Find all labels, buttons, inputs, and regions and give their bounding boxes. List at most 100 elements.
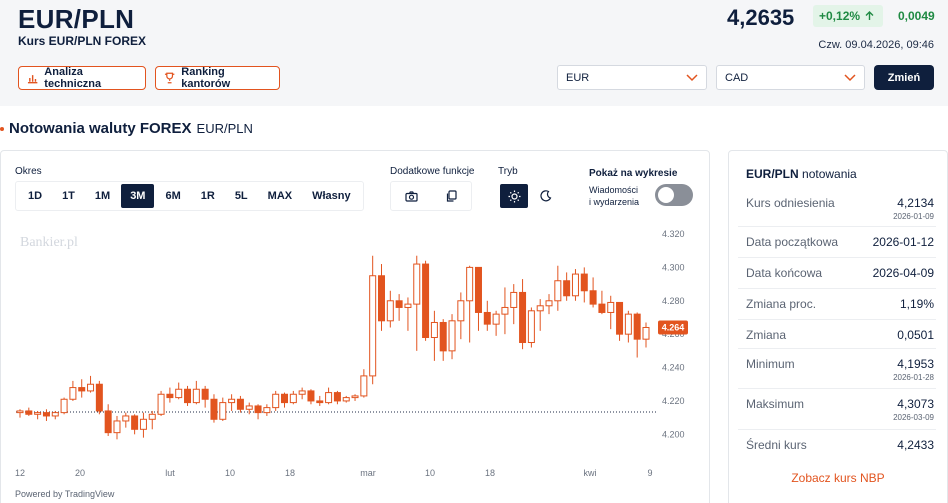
stat-value: 1,19% <box>899 297 934 311</box>
currency-to-select[interactable]: CAD <box>716 65 865 90</box>
candle-down <box>439 321 447 352</box>
functions-group <box>390 181 472 211</box>
news-events-label: Wiadomości i wydarzenia <box>589 184 649 208</box>
x-tick-label: 10 <box>225 468 235 478</box>
nbp-rate-link[interactable]: Zobacz kurs NBP <box>728 471 948 485</box>
candle-up <box>157 393 165 415</box>
x-tick-label: 18 <box>485 468 495 478</box>
stat-separator <box>738 226 936 227</box>
candle-up <box>272 393 280 409</box>
candle-down <box>474 266 482 313</box>
stat-label: Maksimum <box>746 397 805 411</box>
candle-up <box>457 300 465 322</box>
change-pair-button[interactable]: Zmień <box>874 65 934 90</box>
x-tick-label: 20 <box>75 468 85 478</box>
stat-value: 4,2433 <box>897 438 934 452</box>
candle-up <box>122 415 130 422</box>
period-button-1d[interactable]: 1D <box>19 184 51 208</box>
dark-mode-button[interactable] <box>532 184 560 208</box>
period-button-1t[interactable]: 1T <box>53 184 84 208</box>
pair-title: EUR/PLN <box>18 4 135 34</box>
candle-up <box>510 291 518 308</box>
currency-to-value: CAD <box>725 71 749 84</box>
x-tick-label: 18 <box>285 468 295 478</box>
candle-down <box>307 390 315 402</box>
screenshot-button[interactable] <box>397 184 425 208</box>
candle-up <box>554 280 562 302</box>
candle-up <box>219 402 227 420</box>
candle-down <box>316 400 324 404</box>
trophy-icon <box>164 72 175 84</box>
candle-up <box>69 387 77 400</box>
x-tick-label: kwi <box>584 468 597 478</box>
stat-value: 4,1953 <box>897 357 934 371</box>
currency-from-select[interactable]: EUR <box>557 65 707 90</box>
period-button-1r[interactable]: 1R <box>192 184 224 208</box>
candle-down <box>25 410 33 415</box>
arrow-up-icon <box>865 11 874 20</box>
candle-up <box>342 397 350 402</box>
moon-icon <box>540 190 552 202</box>
candle-down <box>616 301 624 335</box>
candle-up <box>34 412 42 415</box>
mode-label: Tryb <box>498 166 518 177</box>
period-button-6m[interactable]: 6M <box>156 184 189 208</box>
candle-down <box>563 280 571 297</box>
x-tick-label: 12 <box>15 468 25 478</box>
change-absolute: 0,0049 <box>898 9 935 23</box>
stat-label: Minimum <box>746 357 795 371</box>
copy-icon <box>446 190 457 202</box>
stat-label: Data końcowa <box>746 266 823 280</box>
y-tick-label: 4.320 <box>662 229 685 239</box>
period-button-1m[interactable]: 1M <box>86 184 119 208</box>
mode-group <box>498 181 566 211</box>
stat-separator <box>738 388 936 389</box>
period-button-max[interactable]: MAX <box>259 184 301 208</box>
y-tick-label: 4.280 <box>662 296 685 306</box>
candle-down <box>281 393 289 404</box>
section-title: Notowania waluty FOREX EUR/PLN <box>0 120 253 137</box>
candlestick-chart[interactable]: Bankier.pl4.3204.3004.2804.2604.2404.220… <box>0 224 708 486</box>
stats-title-pair: EUR/PLN <box>746 167 799 181</box>
candle-up <box>245 405 253 410</box>
candle-up <box>192 388 200 404</box>
candle-down <box>633 313 641 340</box>
x-tick-label: mar <box>360 468 376 478</box>
functions-label: Dodatkowe funkcje <box>390 166 475 177</box>
bullet-dot <box>0 126 4 131</box>
candle-up <box>448 320 456 352</box>
candle-up <box>113 420 121 434</box>
candle-down <box>201 388 209 400</box>
sun-icon <box>508 190 520 202</box>
period-button-własny[interactable]: Własny <box>303 184 360 208</box>
section-heading: Notowania waluty FOREX <box>9 120 192 137</box>
y-tick-label: 4.240 <box>662 363 685 373</box>
candle-up <box>430 321 438 339</box>
stat-label: Średni kurs <box>746 438 807 452</box>
stat-separator <box>738 319 936 320</box>
candle-up <box>298 390 306 395</box>
light-mode-button[interactable] <box>500 184 528 208</box>
technical-analysis-button[interactable]: Analiza techniczna <box>18 66 146 90</box>
x-tick-label: lut <box>165 468 175 478</box>
exchange-ranking-button[interactable]: Ranking kantorów <box>155 66 280 90</box>
candle-up <box>404 303 412 308</box>
period-button-5l[interactable]: 5L <box>226 184 257 208</box>
technical-analysis-label: Analiza techniczna <box>44 66 102 90</box>
candle-down <box>131 415 139 430</box>
candle-down <box>519 291 527 344</box>
candle-up <box>624 313 632 335</box>
candle-up <box>60 398 68 414</box>
candle-down <box>422 263 430 339</box>
quote-datetime: Czw. 09.04.2026, 09:46 <box>818 39 934 51</box>
candle-down <box>598 303 606 313</box>
candle-up <box>501 306 509 315</box>
copy-button[interactable] <box>437 184 465 208</box>
news-events-toggle[interactable] <box>655 184 693 206</box>
period-button-3m[interactable]: 3M <box>121 184 155 208</box>
stat-separator <box>738 288 936 289</box>
last-price-label: 4.264 <box>662 322 685 332</box>
news-label-line1: Wiadomości <box>589 185 639 195</box>
change-percent: +0,12% <box>819 9 861 23</box>
current-rate: 4,2635 <box>727 5 795 30</box>
